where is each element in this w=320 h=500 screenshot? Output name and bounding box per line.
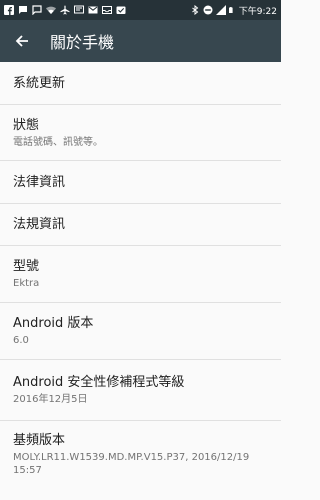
item-title: 系統更新: [13, 75, 66, 91]
bluetooth-icon: [191, 5, 199, 15]
model-item[interactable]: 型號 Ektra: [0, 246, 281, 303]
message-icon: [32, 5, 42, 15]
item-title: 法律資訊: [13, 174, 66, 190]
legal-info-item[interactable]: 法律資訊: [0, 161, 281, 204]
system-icons: 下午9:22: [190, 4, 277, 17]
item-title: 法規資訊: [13, 217, 66, 232]
baseband-version-item[interactable]: 基頻版本 MOLY.LR11.W1539.MD.MP.V15.P37, 2016…: [0, 421, 281, 487]
item-subtitle: 電話號碼、訊號等。: [13, 136, 103, 148]
back-button[interactable]: [0, 20, 44, 62]
chat-icon: [19, 6, 27, 14]
airplane-icon: [60, 5, 70, 15]
item-subtitle: 6.0: [13, 335, 29, 346]
system-update-item[interactable]: 系統更新: [0, 62, 281, 105]
item-title: 基頻版本: [13, 432, 66, 448]
arrow-left-icon: [15, 35, 28, 47]
page-title: 關於手機: [50, 33, 115, 52]
status-item[interactable]: 狀態 電話號碼、訊號等。: [0, 105, 281, 161]
item-title: Android 安全性修補程式等級: [13, 375, 185, 390]
wifi-icon: [46, 6, 56, 14]
app-bar: 關於手機: [0, 20, 281, 62]
android-version-item[interactable]: Android 版本 6.0: [0, 303, 281, 360]
notification-icons: [4, 5, 126, 15]
inbox-icon: [102, 6, 112, 14]
facebook-icon: [4, 5, 14, 15]
item-subtitle: Ektra: [13, 278, 40, 289]
do-not-disturb-icon: [203, 5, 213, 15]
item-subtitle: 2016年12月5日: [13, 394, 88, 405]
sms-icon: [74, 5, 84, 14]
item-subtitle: MOLY.LR11.W1539.MD.MP.V15.P37, 2016/12/1…: [13, 451, 250, 476]
item-title: Android 版本: [13, 316, 94, 331]
settings-list: 系統更新 狀態 電話號碼、訊號等。 法律資訊 法規資訊 型號 Ektra And…: [0, 62, 281, 487]
status-time: 下午9:22: [238, 6, 277, 17]
item-title: 型號: [13, 259, 40, 274]
signal-icon: [215, 5, 226, 15]
regulatory-info-item[interactable]: 法規資訊: [0, 204, 281, 246]
check-icon: [116, 6, 126, 14]
battery-icon: [228, 7, 233, 13]
status-bar: 下午9:22: [0, 0, 281, 20]
gmail-icon: [88, 6, 98, 14]
item-title: 狀態: [13, 117, 40, 133]
security-patch-item[interactable]: Android 安全性修補程式等級 2016年12月5日: [0, 360, 281, 421]
